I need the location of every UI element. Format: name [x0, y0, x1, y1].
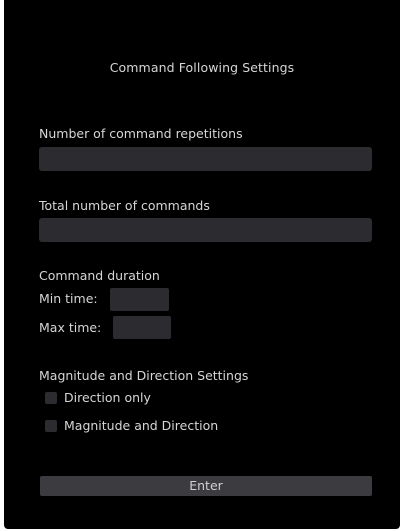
repetitions-input[interactable]: [39, 147, 372, 171]
magnitude-and-direction-checkbox[interactable]: [45, 420, 57, 432]
direction-only-checkbox[interactable]: [45, 392, 57, 404]
max-time-input[interactable]: [113, 316, 171, 339]
direction-only-label: Direction only: [64, 390, 151, 405]
settings-panel: Command Following Settings Number of com…: [4, 0, 400, 529]
enter-button[interactable]: Enter: [40, 476, 372, 496]
magnitude-direction-section-label: Magnitude and Direction Settings: [39, 368, 249, 383]
repetitions-label: Number of command repetitions: [39, 126, 243, 141]
page-title: Command Following Settings: [109, 60, 295, 75]
magnitude-and-direction-label: Magnitude and Direction: [64, 418, 219, 433]
min-time-label: Min time:: [39, 291, 98, 306]
command-duration-label: Command duration: [39, 268, 160, 283]
min-time-input[interactable]: [110, 288, 169, 311]
total-commands-input[interactable]: [39, 218, 372, 242]
max-time-label: Max time:: [39, 320, 102, 335]
total-commands-label: Total number of commands: [39, 198, 210, 213]
